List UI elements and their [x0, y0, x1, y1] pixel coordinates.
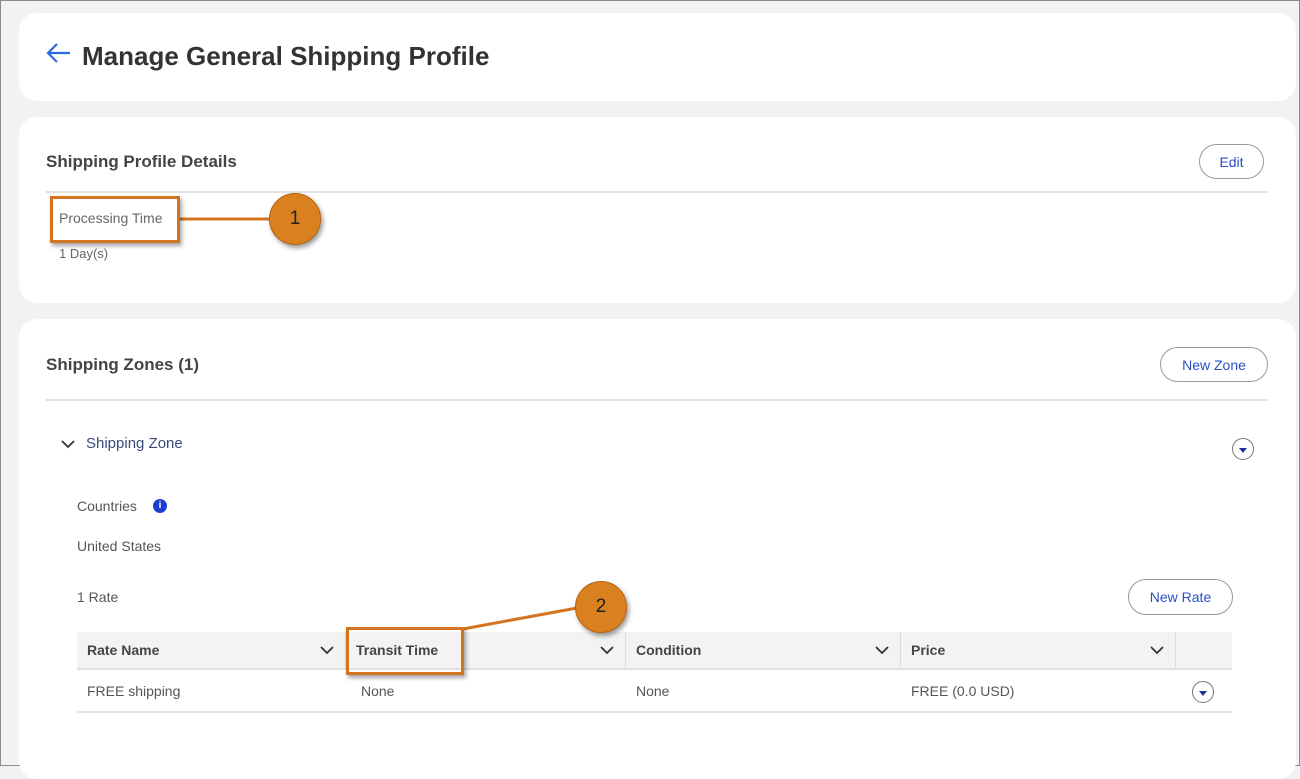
annotation-marker-2: 2 — [575, 581, 627, 633]
annotation-box-1 — [50, 196, 180, 243]
annotation-marker-1: 1 — [269, 193, 321, 245]
annotation-connectors — [179, 217, 578, 631]
annotation-box-2 — [346, 627, 464, 675]
